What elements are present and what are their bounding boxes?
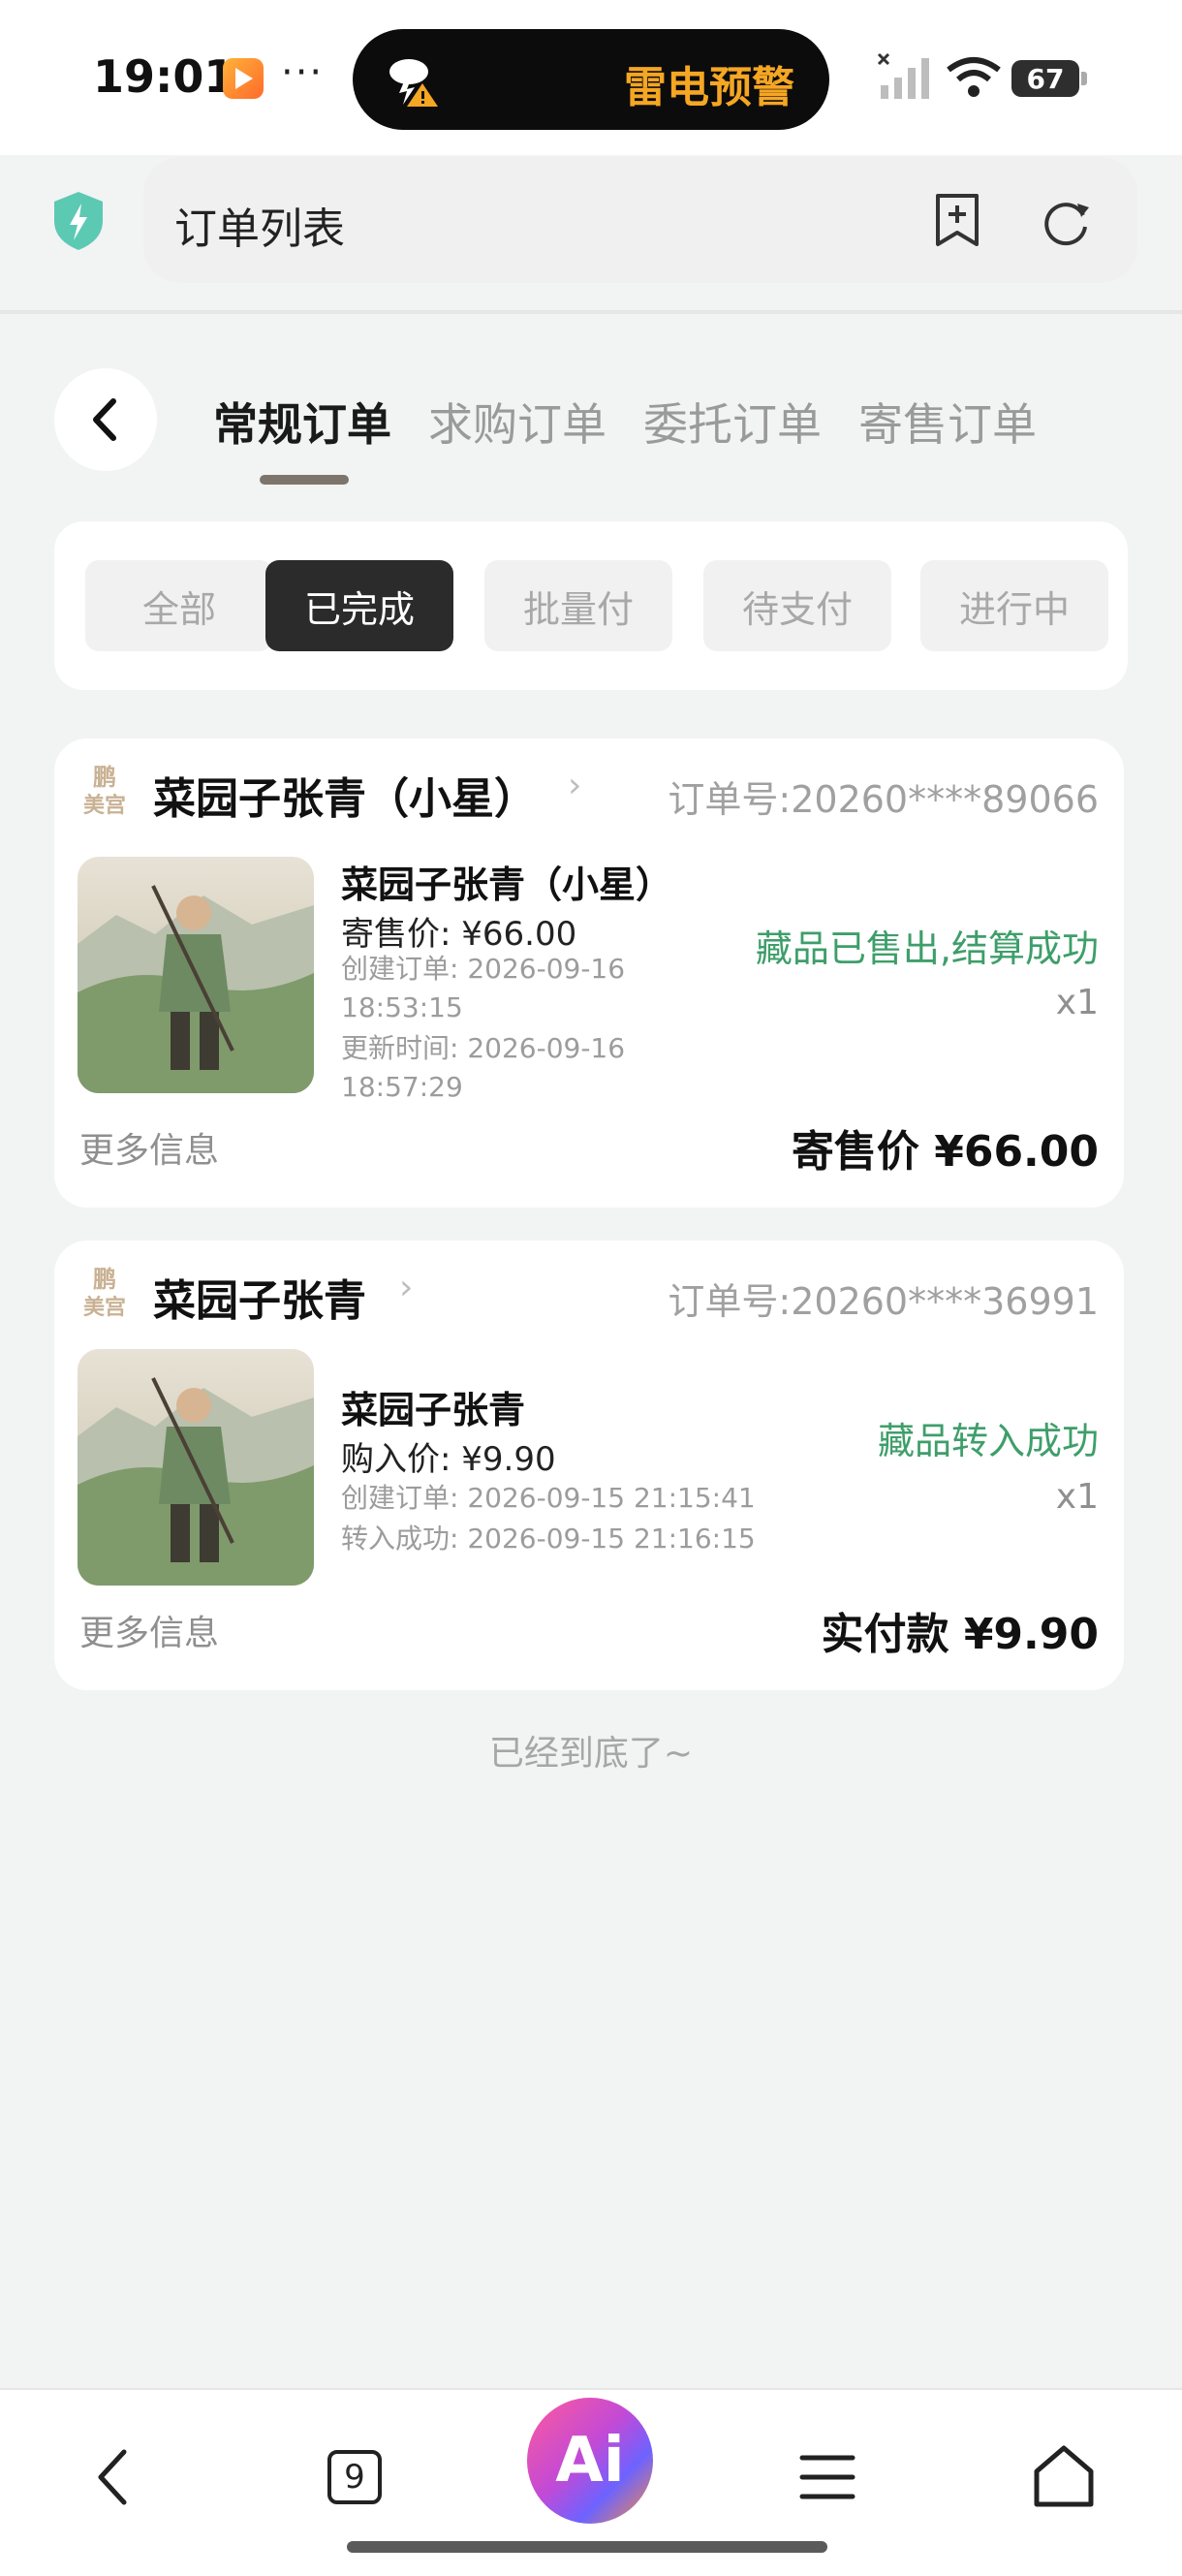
tab-regular-orders[interactable]: 常规订单 bbox=[213, 390, 391, 454]
menu-icon[interactable] bbox=[789, 2438, 866, 2516]
home-icon[interactable] bbox=[1025, 2438, 1103, 2516]
back-button[interactable] bbox=[54, 368, 157, 471]
order-total: 寄售价 ¥66.00 bbox=[791, 1127, 1099, 1177]
home-indicator[interactable] bbox=[347, 2541, 827, 2553]
store-name[interactable]: 菜园子张青（小星） bbox=[153, 764, 537, 826]
item-price: 寄售价: ¥66.00 bbox=[341, 915, 577, 954]
filter-in-progress[interactable]: 进行中 bbox=[920, 560, 1108, 651]
filter-batch-pay[interactable]: 批量付 bbox=[484, 560, 672, 651]
chevron-right-icon: › bbox=[399, 1268, 414, 1307]
svg-text:鹏: 鹏 bbox=[93, 764, 116, 791]
item-thumbnail[interactable] bbox=[78, 1349, 314, 1586]
svg-text:美宫: 美宫 bbox=[83, 1295, 126, 1318]
order-card[interactable]: 鹏 美宫 菜园子张青 › 订单号:20260****36991 菜园子张青 购入… bbox=[54, 1241, 1124, 1690]
status-time: 19:01 bbox=[93, 50, 235, 103]
end-of-list-text: 已经到底了~ bbox=[488, 1734, 694, 1774]
created-time: 创建订单: 2026-09-15 21:15:41 bbox=[341, 1482, 756, 1514]
more-info-link[interactable]: 更多信息 bbox=[79, 1122, 219, 1173]
order-number: 订单号:20260****36991 bbox=[668, 1280, 1099, 1323]
created-time: 创建订单: 2026-09-16 18:53:15 bbox=[341, 953, 626, 1023]
item-thumbnail[interactable] bbox=[78, 857, 314, 1093]
item-quantity: x1 bbox=[1055, 1477, 1099, 1517]
address-bar[interactable]: 订单列表 bbox=[143, 157, 1137, 283]
order-status: 藏品已售出,结算成功 bbox=[755, 927, 1099, 970]
order-total: 实付款 ¥9.90 bbox=[821, 1610, 1100, 1659]
item-title: 菜园子张青（小星） bbox=[341, 864, 673, 906]
store-logo: 鹏 美宫 bbox=[78, 1264, 132, 1320]
active-tab-indicator bbox=[260, 475, 349, 485]
item-price: 购入价: ¥9.90 bbox=[341, 1440, 556, 1479]
item-quantity: x1 bbox=[1055, 983, 1099, 1022]
tab-commission-orders[interactable]: 委托订单 bbox=[643, 390, 822, 454]
tab-consignment-orders[interactable]: 寄售订单 bbox=[858, 390, 1037, 454]
tabs-count: 9 bbox=[344, 2458, 365, 2497]
order-status: 藏品转入成功 bbox=[877, 1420, 1099, 1462]
weather-alert-text: 雷电预警 bbox=[624, 63, 794, 112]
ai-assistant-button[interactable]: Ai bbox=[527, 2398, 653, 2524]
store-logo: 鹏 美宫 bbox=[78, 762, 132, 818]
refresh-icon[interactable] bbox=[1039, 194, 1093, 248]
item-title: 菜园子张青 bbox=[341, 1389, 526, 1431]
thunderstorm-warning-icon bbox=[389, 59, 438, 107]
transfer-time: 转入成功: 2026-09-15 21:16:15 bbox=[341, 1523, 756, 1555]
svg-text:美宫: 美宫 bbox=[83, 793, 126, 816]
tab-purchase-request-orders[interactable]: 求购订单 bbox=[428, 390, 607, 454]
more-info-link[interactable]: 更多信息 bbox=[79, 1605, 219, 1655]
svg-text:鹏: 鹏 bbox=[93, 1266, 116, 1293]
app-notification-icon bbox=[223, 58, 264, 99]
chevron-left-icon bbox=[93, 398, 116, 441]
battery-indicator: 67 bbox=[1011, 60, 1087, 97]
tabs-button[interactable]: 9 bbox=[316, 2438, 393, 2516]
chevron-right-icon: › bbox=[568, 766, 582, 805]
back-icon[interactable] bbox=[78, 2438, 155, 2516]
status-filter-bar: 全部 已完成 批量付 待支付 进行中 bbox=[54, 521, 1128, 690]
filter-all[interactable]: 全部 bbox=[85, 560, 273, 651]
filter-pending-payment[interactable]: 待支付 bbox=[703, 560, 891, 651]
shield-icon[interactable] bbox=[50, 190, 107, 252]
bookmark-add-icon[interactable] bbox=[930, 192, 984, 248]
dynamic-island-alert[interactable]: 雷电预警 bbox=[353, 29, 829, 130]
header-divider bbox=[0, 310, 1182, 314]
store-name[interactable]: 菜园子张青 bbox=[153, 1266, 366, 1328]
order-number: 订单号:20260****89066 bbox=[668, 778, 1099, 821]
status-bar: 19:01 ··· 雷电预警 67 订单列表 bbox=[0, 0, 1182, 283]
cellular-signal-icon bbox=[877, 52, 929, 99]
updated-time: 更新时间: 2026-09-16 18:57:29 bbox=[341, 1032, 626, 1103]
wifi-icon bbox=[947, 57, 1001, 97]
order-card[interactable]: 鹏 美宫 菜园子张青（小星） › 订单号:20260****89066 菜园子张… bbox=[54, 738, 1124, 1208]
more-notifications-icon: ··· bbox=[281, 50, 325, 95]
page-title: 订单列表 bbox=[174, 204, 345, 254]
filter-completed[interactable]: 已完成 bbox=[265, 560, 453, 651]
order-type-tabs: 常规订单 求购订单 委托订单 寄售订单 bbox=[213, 390, 1037, 454]
